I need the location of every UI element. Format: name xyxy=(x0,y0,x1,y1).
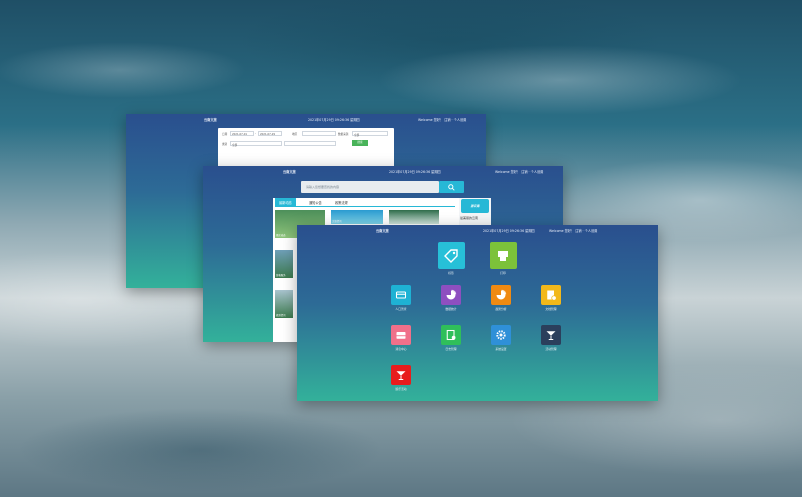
news-thumbnail[interactable]: 游客服务 xyxy=(275,250,293,278)
brand-title: 云南文旅 xyxy=(204,118,217,122)
news-thumbnail[interactable]: 旅游资讯 xyxy=(275,290,293,318)
document-icon xyxy=(541,285,561,305)
app-tile[interactable]: 消息中心 xyxy=(381,325,421,351)
tab-bar: 最新动态 通知公告 政策法规 xyxy=(275,198,455,207)
app-label: 娱乐活动 xyxy=(395,387,407,391)
app-tile[interactable]: 趋势分析 xyxy=(481,285,521,311)
app-tile[interactable]: 标签 xyxy=(431,242,471,275)
screen-header: 云南文旅 2021年07月29日 09:26:36 星期四 Welcome 您好… xyxy=(297,225,658,235)
app-tile[interactable]: 人口普查 xyxy=(381,285,421,311)
form-row-dates: 日期 2021-07-01 - 2021-07-29 地区 数据来源 全部 xyxy=(222,130,390,137)
search-icon xyxy=(448,183,455,191)
inbox-icon xyxy=(391,325,411,345)
app-tile[interactable]: 文档管理 xyxy=(531,285,571,311)
cocktail-icon xyxy=(541,325,561,345)
query-form-panel: 日期 2021-07-01 - 2021-07-29 地区 数据来源 全部 类别… xyxy=(218,128,394,173)
field-b-label: 数据来源 xyxy=(338,133,349,136)
field-a-select[interactable] xyxy=(302,131,336,136)
app-label: 文档管理 xyxy=(545,307,557,311)
screen-header: 云南文旅 2021年07月29日 09:26:36 星期四 Welcome 您好… xyxy=(126,114,486,124)
tab-policies[interactable]: 政策法规 xyxy=(331,200,352,205)
app-label: 标签 xyxy=(448,271,454,275)
sub-category-select[interactable] xyxy=(284,141,336,146)
brand-title: 云南文旅 xyxy=(283,170,296,174)
screen-header: 云南文旅 2021年07月29日 09:26:36 星期四 Welcome 您好… xyxy=(203,166,563,176)
app-label: 数据统计 xyxy=(445,307,457,311)
app-tile[interactable]: 活动管理 xyxy=(531,325,571,351)
card-icon xyxy=(391,285,411,305)
app-label: 打印 xyxy=(500,271,506,275)
app-label: 趋势分析 xyxy=(495,307,507,311)
pie-chart-icon xyxy=(441,285,461,305)
gear-icon xyxy=(491,325,511,345)
tab-notices[interactable]: 通知公告 xyxy=(305,200,326,205)
search-button[interactable]: 搜索 xyxy=(352,140,368,146)
printer-icon xyxy=(489,242,517,269)
header-user-links[interactable]: Welcome 您好！ 注销 · 个人设置 xyxy=(495,169,543,174)
pie-chart-icon xyxy=(491,285,511,305)
app-tile[interactable]: 娱乐活动 xyxy=(381,365,421,391)
app-label: 人口普查 xyxy=(395,307,407,311)
screen-app-launcher: 云南文旅 2021年07月29日 09:26:36 星期四 Welcome 您好… xyxy=(297,225,658,401)
search-input[interactable]: 请输入您想要查找的内容 xyxy=(301,181,439,193)
side-caption: 最美丽的云南 xyxy=(460,216,479,220)
header-date: 2021年07月29日 09:26:36 星期四 xyxy=(308,118,360,122)
search-placeholder: 请输入您想要查找的内容 xyxy=(306,185,340,189)
app-tile[interactable]: 系统设置 xyxy=(481,325,521,351)
cocktail-icon xyxy=(391,365,411,385)
header-user-links[interactable]: Welcome 您好！ 注销 · 个人设置 xyxy=(418,117,466,122)
search-button[interactable] xyxy=(439,181,464,193)
field-b-select[interactable]: 全部 xyxy=(352,131,388,137)
side-logo: 游云南 xyxy=(461,199,489,213)
category-select[interactable]: 全部 xyxy=(230,141,282,147)
date-to-field[interactable]: 2021-07-29 xyxy=(258,131,282,136)
app-tile[interactable]: 日志管理 xyxy=(431,325,471,351)
tab-latest[interactable]: 最新动态 xyxy=(275,198,296,206)
header-date: 2021年07月29日 09:26:36 星期四 xyxy=(483,229,535,233)
app-label: 消息中心 xyxy=(395,347,407,351)
brand-title: 云南文旅 xyxy=(376,229,389,233)
news-thumbnail[interactable] xyxy=(389,210,439,224)
field-a-label: 地区 xyxy=(292,133,298,136)
date-label: 日期 xyxy=(222,133,228,136)
app-tile[interactable]: 打印 xyxy=(483,242,523,275)
header-user-links[interactable]: Welcome 您好！ 注销 · 个人设置 xyxy=(549,228,597,233)
header-date: 2021年07月29日 09:26:36 星期四 xyxy=(389,170,441,174)
clipboard-icon xyxy=(441,325,461,345)
app-label: 系统设置 xyxy=(495,347,507,351)
app-label: 活动管理 xyxy=(545,347,557,351)
tag-icon xyxy=(437,242,465,269)
news-thumbnail[interactable]: 文旅资讯 xyxy=(331,210,383,224)
app-label: 日志管理 xyxy=(445,347,457,351)
app-tile[interactable]: 数据统计 xyxy=(431,285,471,311)
category-label: 类别 xyxy=(222,143,228,146)
date-from-field[interactable]: 2021-07-01 xyxy=(230,131,254,136)
